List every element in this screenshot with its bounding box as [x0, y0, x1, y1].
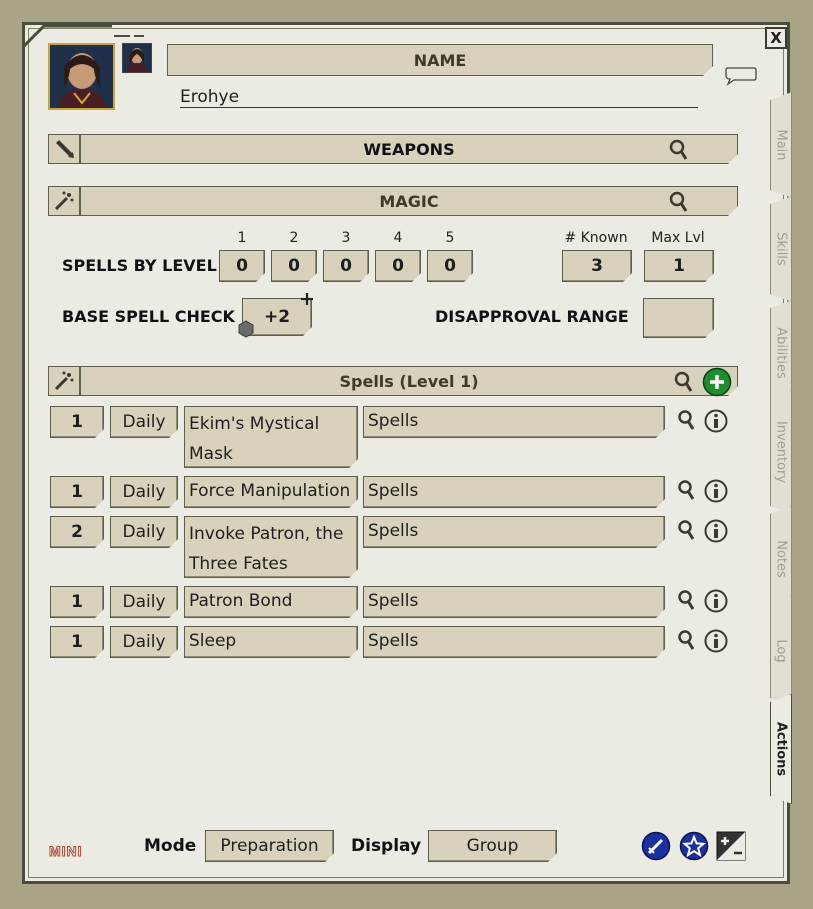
mode-label: Mode [144, 836, 197, 856]
close-icon: X [770, 29, 782, 47]
portrait-image [50, 45, 113, 108]
spell-level[interactable]: 2 [50, 516, 104, 548]
weapons-label: WEAPONS [363, 139, 455, 159]
spell-group[interactable]: Spells [363, 626, 665, 658]
tab-inventory[interactable]: Inventory [770, 390, 792, 514]
max-level-label: Max Lvl [651, 230, 705, 246]
dice-icon[interactable] [237, 320, 255, 338]
spell-search-icon[interactable] [676, 478, 698, 504]
spell-group[interactable]: Spells [363, 476, 665, 508]
token-thumbnail[interactable] [122, 43, 152, 73]
modifier-plus-icon [301, 293, 313, 305]
svg-text:MINI: MINI [49, 843, 83, 859]
roll-attack-icon[interactable] [641, 831, 671, 861]
name-label: NAME [413, 50, 467, 70]
level-1-slots[interactable]: 0 [219, 250, 265, 282]
max-level-field[interactable]: 1 [644, 250, 714, 282]
spell-info-icon[interactable] [703, 588, 729, 614]
spell-frequency[interactable]: Daily [110, 626, 178, 658]
weapons-header: WEAPONS [80, 134, 738, 164]
disapproval-range-field[interactable] [643, 298, 714, 338]
level-header-2: 2 [289, 230, 299, 246]
spell-frequency[interactable]: Daily [110, 406, 178, 438]
spell-group[interactable]: Spells [363, 586, 665, 618]
level-3-slots[interactable]: 0 [323, 250, 369, 282]
spell-level[interactable]: 1 [50, 586, 104, 618]
level-header-1: 1 [237, 230, 247, 246]
mini-logo[interactable]: MINI [47, 842, 95, 860]
spell-name[interactable]: Sleep [184, 626, 358, 658]
token-image [123, 44, 151, 72]
spell-search-icon[interactable] [676, 408, 698, 434]
add-spell-icon[interactable] [702, 367, 732, 397]
spell-info-icon[interactable] [703, 518, 729, 544]
speech-bubble-icon[interactable] [724, 64, 758, 86]
spell-name[interactable]: Force Manipulation [184, 476, 358, 508]
portrait[interactable] [48, 43, 115, 110]
spell-frequency[interactable]: Daily [110, 476, 178, 508]
display-label: Display [351, 836, 422, 856]
magic-label: MAGIC [379, 191, 439, 211]
level-5-slots[interactable]: 0 [427, 250, 473, 282]
disapproval-range-label: DISAPPROVAL RANGE [435, 307, 629, 326]
magic-toggle[interactable] [48, 186, 80, 216]
spell-level[interactable]: 1 [50, 406, 104, 438]
spell-search-icon[interactable] [676, 588, 698, 614]
base-spell-check-label: BASE SPELL CHECK [62, 307, 235, 326]
spell-name[interactable]: Invoke Patron, the Three Fates [184, 516, 358, 578]
level-header-3: 3 [341, 230, 351, 246]
weapons-toggle[interactable] [48, 134, 80, 164]
spell-frequency[interactable]: Daily [110, 586, 178, 618]
spell-level[interactable]: 1 [50, 476, 104, 508]
display-selector[interactable]: Group [428, 830, 557, 862]
spell-frequency[interactable]: Daily [110, 516, 178, 548]
tab-notes[interactable]: Notes [770, 506, 792, 612]
spell-group[interactable]: Spells [363, 406, 665, 438]
tab-actions[interactable]: Actions [770, 694, 792, 804]
magic-search-icon[interactable] [668, 190, 690, 214]
star-effect-icon[interactable] [679, 831, 709, 861]
spell-info-icon[interactable] [703, 408, 729, 434]
spells-by-level-label: SPELLS BY LEVEL [62, 256, 217, 275]
known-label: # Known [564, 230, 628, 246]
level-header-4: 4 [393, 230, 403, 246]
tab-main[interactable]: Main [770, 92, 792, 198]
edit-mode-icon[interactable] [716, 831, 746, 861]
level-4-slots[interactable]: 0 [375, 250, 421, 282]
known-field[interactable]: 3 [562, 250, 632, 282]
spell-group[interactable]: Spells [363, 516, 665, 548]
tab-log[interactable]: Log [770, 596, 792, 706]
spell-name[interactable]: Patron Bond [184, 586, 358, 618]
spell-info-icon[interactable] [703, 478, 729, 504]
spell-search-icon[interactable] [676, 628, 698, 654]
name-field[interactable]: Erohye [180, 85, 698, 108]
spell-info-icon[interactable] [703, 628, 729, 654]
spell-list-search-icon[interactable] [673, 370, 695, 394]
tab-abilities[interactable]: Abilities [770, 300, 792, 406]
magic-wand-icon [54, 191, 74, 211]
spell-level[interactable]: 1 [50, 626, 104, 658]
spell-name[interactable]: Ekim's Mystical Mask [184, 406, 358, 468]
level-2-slots[interactable]: 0 [271, 250, 317, 282]
tab-skills[interactable]: Skills [770, 196, 792, 302]
name-value: Erohye [180, 87, 240, 107]
name-header: NAME [167, 44, 713, 76]
spell-list-title: Spells (Level 1) [339, 371, 479, 391]
weapons-search-icon[interactable] [668, 138, 690, 162]
magic-header: MAGIC [80, 186, 738, 216]
magic-wand-icon [54, 371, 74, 391]
level-header-5: 5 [445, 230, 455, 246]
spell-search-icon[interactable] [676, 518, 698, 544]
close-button[interactable]: X [765, 27, 787, 49]
mode-selector[interactable]: Preparation [205, 830, 334, 862]
spell-list-header: Spells (Level 1) [80, 366, 738, 396]
spell-list-toggle[interactable] [48, 366, 80, 396]
sword-icon [56, 140, 74, 158]
